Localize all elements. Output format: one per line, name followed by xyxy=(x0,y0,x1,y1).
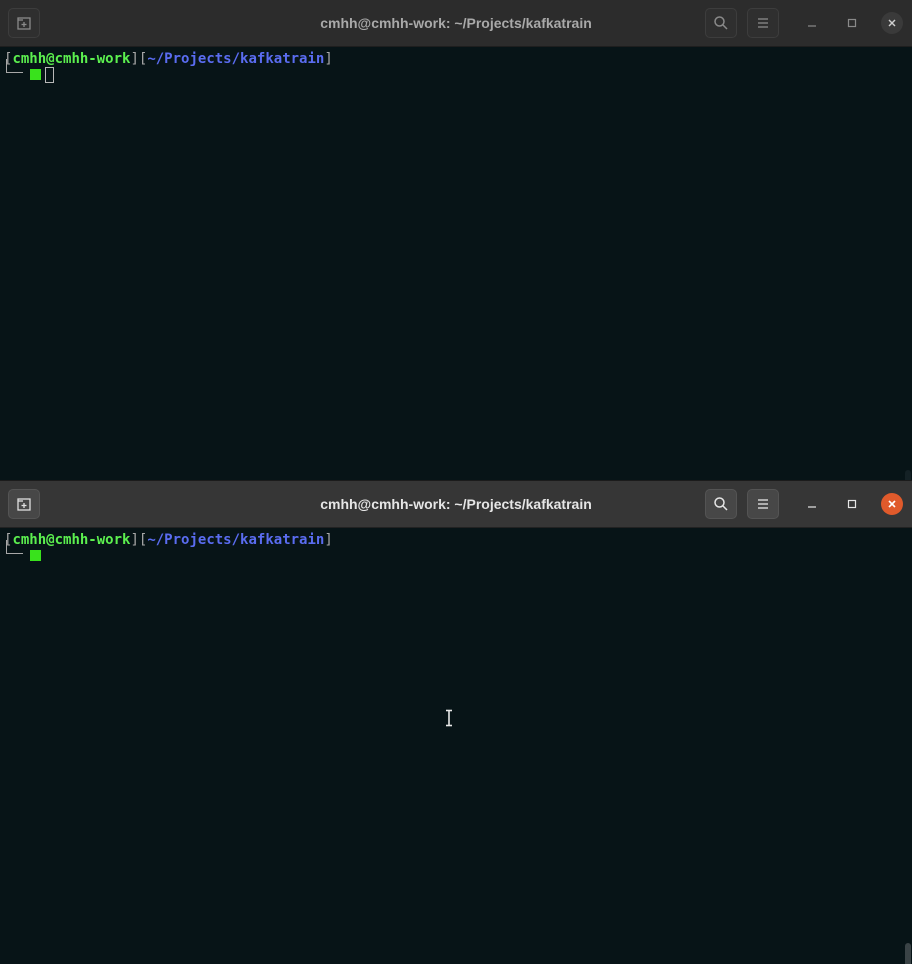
minimize-icon xyxy=(808,506,816,508)
search-icon xyxy=(714,16,728,30)
prompt-bracket: ] xyxy=(130,532,139,548)
prompt: [cmhh@cmhh-work][~/Projects/kafkatrain] xyxy=(4,50,333,68)
text-cursor xyxy=(45,67,54,83)
prompt-bracket: ] xyxy=(324,532,333,548)
scrollbar[interactable] xyxy=(905,943,911,964)
prompt-path: ~/Projects/kafkatrain xyxy=(147,51,325,67)
prompt-bracket: ] xyxy=(130,51,139,67)
search-button[interactable] xyxy=(705,8,737,38)
text-cursor xyxy=(30,550,41,561)
maximize-icon xyxy=(847,499,857,509)
prompt-path: ~/Projects/kafkatrain xyxy=(147,532,325,548)
terminal-output[interactable]: [cmhh@cmhh-work][~/Projects/kafkatrain] xyxy=(0,47,912,480)
prompt-marker xyxy=(30,69,41,80)
window-title: cmhh@cmhh-work: ~/Projects/kafkatrain xyxy=(320,496,592,512)
close-button[interactable] xyxy=(881,493,903,515)
prompt-bracket: ] xyxy=(324,51,333,67)
terminal-output[interactable]: [cmhh@cmhh-work][~/Projects/kafkatrain] xyxy=(0,528,912,964)
new-tab-button[interactable] xyxy=(8,8,40,38)
i-beam-cursor-icon xyxy=(446,709,452,727)
titlebar[interactable]: cmhh@cmhh-work: ~/Projects/kafkatrain xyxy=(0,0,912,47)
maximize-icon xyxy=(847,18,857,28)
scrollbar[interactable] xyxy=(905,470,911,480)
titlebar[interactable]: cmhh@cmhh-work: ~/Projects/kafkatrain xyxy=(0,481,912,528)
terminal-window-bottom[interactable]: cmhh@cmhh-work: ~/Projects/kafkatrain [c… xyxy=(0,481,912,964)
prompt-user-host: cmhh@cmhh-work xyxy=(12,51,131,67)
terminal-window-top[interactable]: cmhh@cmhh-work: ~/Projects/kafkatrain [c… xyxy=(0,0,912,480)
menu-button[interactable] xyxy=(747,8,779,38)
hamburger-menu-icon xyxy=(758,499,768,509)
new-tab-icon xyxy=(17,498,31,511)
close-icon xyxy=(888,19,896,27)
search-button[interactable] xyxy=(705,489,737,519)
new-tab-button[interactable] xyxy=(8,489,40,519)
minimize-button[interactable] xyxy=(801,493,823,515)
minimize-icon xyxy=(808,25,816,27)
window-title: cmhh@cmhh-work: ~/Projects/kafkatrain xyxy=(320,15,592,31)
prompt: [cmhh@cmhh-work][~/Projects/kafkatrain] xyxy=(4,531,333,549)
maximize-button[interactable] xyxy=(841,12,863,34)
prompt-user-host: cmhh@cmhh-work xyxy=(12,532,131,548)
minimize-button[interactable] xyxy=(801,12,823,34)
search-icon xyxy=(714,497,728,511)
maximize-button[interactable] xyxy=(841,493,863,515)
menu-button[interactable] xyxy=(747,489,779,519)
hamburger-menu-icon xyxy=(758,18,768,28)
new-tab-icon xyxy=(17,17,31,30)
close-button[interactable] xyxy=(881,12,903,34)
close-icon xyxy=(888,500,896,508)
